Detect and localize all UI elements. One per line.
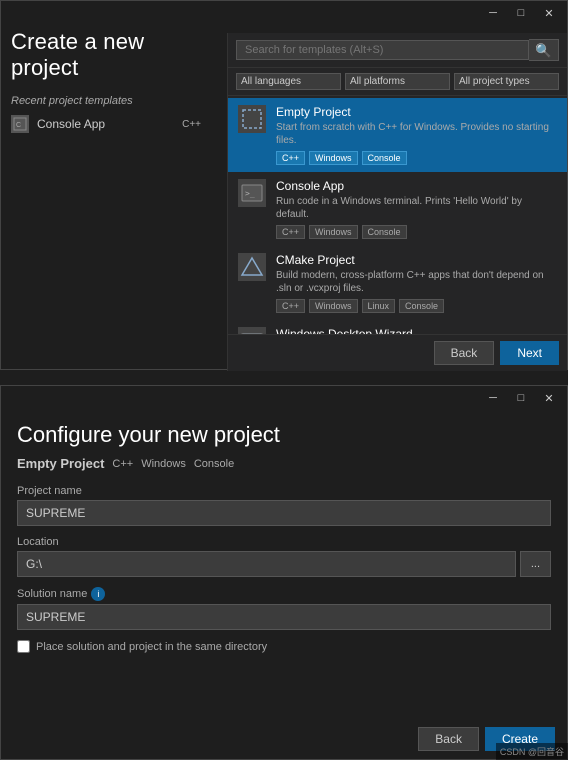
solution-name-label: Solution name i — [17, 587, 551, 601]
tag-console: Console — [362, 151, 407, 165]
template-console-app[interactable]: >_ Console App Run code in a Windows ter… — [228, 172, 567, 246]
language-filter[interactable]: All languages — [236, 73, 341, 90]
template-info-cmake: CMake Project Build modern, cross-platfo… — [276, 253, 557, 313]
bottom-buttons-top: Back Next — [228, 334, 567, 371]
recent-label: Recent project templates — [11, 95, 201, 107]
search-button[interactable]: 🔍 — [529, 39, 559, 61]
search-bar: 🔍 — [228, 33, 567, 68]
same-directory-checkbox[interactable] — [17, 640, 30, 653]
svg-text:>_: >_ — [245, 189, 255, 198]
template-icon-cmake — [238, 253, 266, 281]
tag-con-1: Console — [362, 225, 407, 239]
solution-name-input[interactable] — [17, 604, 551, 630]
template-desc-cmake: Build modern, cross-platform C++ apps th… — [276, 269, 557, 295]
location-row: ... — [17, 551, 551, 577]
tag-cpp-1: C++ — [276, 225, 305, 239]
templates-list: Empty Project Start from scratch with C+… — [228, 96, 567, 334]
template-desc-console: Run code in a Windows terminal. Prints '… — [276, 195, 557, 221]
close-button-2[interactable]: ✕ — [535, 386, 563, 410]
template-icon-console: >_ — [238, 179, 266, 207]
type-filter[interactable]: All project types — [454, 73, 559, 90]
configure-title: Configure your new project — [17, 422, 551, 448]
tag-win-1: Windows — [309, 225, 358, 239]
recent-item-tag: C++ — [182, 119, 201, 130]
maximize-button-2[interactable]: □ — [507, 386, 535, 410]
recent-item-name: Console App — [37, 117, 174, 131]
tag-cpp-2: C++ — [276, 299, 305, 313]
project-template-name: Empty Project — [17, 456, 104, 471]
create-project-window: ─ □ ✕ Create a new project Recent projec… — [0, 0, 568, 370]
template-name-wizard: Windows Desktop Wizard — [276, 327, 557, 334]
platform-filter[interactable]: All platforms — [345, 73, 450, 90]
titlebar-bottom: ─ □ ✕ — [1, 386, 567, 410]
template-icon-wizard — [238, 327, 266, 334]
location-input[interactable] — [17, 551, 516, 577]
split-layout: Create a new project Recent project temp… — [1, 25, 567, 333]
location-group: Location ... — [17, 536, 551, 577]
info-icon[interactable]: i — [91, 587, 105, 601]
tag-con-2: Console — [399, 299, 444, 313]
watermark: CSDN @回音谷 — [496, 743, 568, 760]
template-info-empty: Empty Project Start from scratch with C+… — [276, 105, 557, 165]
configure-content: Configure your new project Empty Project… — [1, 410, 567, 665]
template-desktop-wizard[interactable]: Windows Desktop Wizard Create your own W… — [228, 320, 567, 334]
tag-cpp: C++ — [276, 151, 305, 165]
minimize-button-2[interactable]: ─ — [479, 386, 507, 410]
tag-row-console: C++ Windows Console — [276, 225, 557, 239]
solution-name-group: Solution name i — [17, 587, 551, 630]
recent-item[interactable]: C Console App C++ — [11, 115, 201, 133]
project-name-label: Project name — [17, 485, 551, 497]
template-cmake[interactable]: CMake Project Build modern, cross-platfo… — [228, 246, 567, 320]
page-title: Create a new project — [11, 29, 201, 81]
maximize-button[interactable]: □ — [507, 1, 535, 25]
tag-windows: Windows — [309, 151, 358, 165]
tag-linux: Linux — [362, 299, 396, 313]
template-info-console: Console App Run code in a Windows termin… — [276, 179, 557, 239]
minimize-button[interactable]: ─ — [479, 1, 507, 25]
search-input[interactable] — [236, 40, 529, 60]
right-panel: 🔍 All languages All platforms All projec… — [227, 33, 567, 371]
project-tag-console: Console — [194, 458, 234, 470]
back-button-top[interactable]: Back — [434, 341, 495, 365]
recent-item-icon: C — [11, 115, 29, 133]
project-name-group: Project name — [17, 485, 551, 526]
titlebar-top: ─ □ ✕ — [1, 1, 567, 25]
tag-row-empty: C++ Windows Console — [276, 151, 557, 165]
tag-row-cmake: C++ Windows Linux Console — [276, 299, 557, 313]
project-tag-cpp: C++ — [112, 458, 133, 470]
left-panel: Create a new project Recent project temp… — [1, 25, 211, 333]
filter-row: All languages All platforms All project … — [228, 68, 567, 96]
template-name-cmake: CMake Project — [276, 253, 557, 267]
tag-win-2: Windows — [309, 299, 358, 313]
template-name-console: Console App — [276, 179, 557, 193]
configure-project-window: ─ □ ✕ Configure your new project Empty P… — [0, 385, 568, 760]
project-tag-windows: Windows — [141, 458, 186, 470]
back-button-bottom[interactable]: Back — [418, 727, 479, 751]
template-info-wizard: Windows Desktop Wizard Create your own W… — [276, 327, 557, 334]
template-name-empty: Empty Project — [276, 105, 557, 119]
project-name-input[interactable] — [17, 500, 551, 526]
svg-text:C: C — [16, 122, 21, 129]
checkbox-row: Place solution and project in the same d… — [17, 640, 551, 653]
checkbox-label: Place solution and project in the same d… — [36, 641, 267, 653]
configure-tags: Empty Project C++ Windows Console — [17, 456, 551, 471]
next-button[interactable]: Next — [500, 341, 559, 365]
location-label: Location — [17, 536, 551, 548]
browse-button[interactable]: ... — [520, 551, 551, 577]
template-desc-empty: Start from scratch with C++ for Windows.… — [276, 121, 557, 147]
template-icon-empty — [238, 105, 266, 133]
close-button[interactable]: ✕ — [535, 1, 563, 25]
template-empty-project[interactable]: Empty Project Start from scratch with C+… — [228, 98, 567, 172]
